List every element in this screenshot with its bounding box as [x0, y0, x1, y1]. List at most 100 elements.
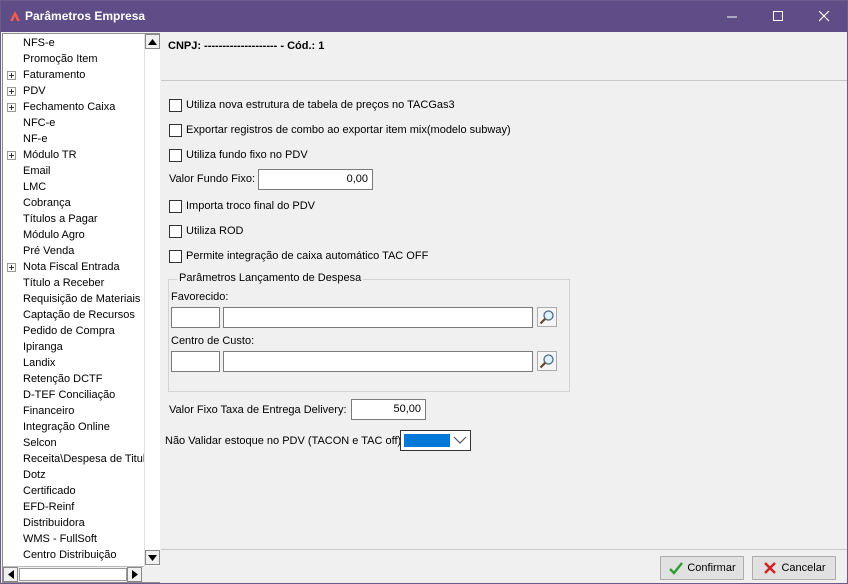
- tree-item[interactable]: Faturamento: [3, 67, 144, 83]
- valor-fundo-fixo-input[interactable]: 0,00: [258, 169, 373, 190]
- tree-item-label: Nota Fiscal Entrada: [23, 261, 120, 273]
- tree-horizontal-scrollbar[interactable]: [3, 566, 144, 582]
- tree-item[interactable]: Módulo TR: [3, 147, 144, 163]
- tree-item-label: Certificado: [23, 485, 76, 497]
- favorecido-search-button[interactable]: [537, 307, 557, 327]
- delivery-fee-input[interactable]: 50,00: [351, 399, 426, 420]
- tree-item-label: Faturamento: [23, 69, 86, 81]
- tree-item[interactable]: NFS-e: [3, 35, 144, 51]
- scroll-down-button[interactable]: [145, 550, 160, 565]
- tree-item-label: Retenção DCTF: [23, 373, 103, 385]
- tree-item-label: NFS-e: [23, 37, 55, 49]
- checkbox-fundo-fixo[interactable]: [169, 148, 182, 162]
- checkbox-importa-troco[interactable]: [169, 199, 182, 213]
- confirm-button[interactable]: Confirmar: [660, 556, 744, 580]
- favorecido-name-input[interactable]: [223, 307, 533, 328]
- tree-item[interactable]: Email: [3, 163, 144, 179]
- scroll-thumb[interactable]: [145, 50, 160, 550]
- expand-plus-icon[interactable]: [7, 263, 16, 272]
- estoque-select[interactable]: [400, 430, 471, 451]
- checkbox-row-integracao-caixa[interactable]: Permite integração de caixa automático T…: [169, 248, 428, 264]
- maximize-button[interactable]: [755, 1, 801, 32]
- checkbox-row-exportar-combo[interactable]: Exportar registros de combo ao exportar …: [169, 122, 511, 138]
- checkbox-nova-estrutura[interactable]: [169, 98, 182, 112]
- tree-item[interactable]: Cobrança: [3, 195, 144, 211]
- tree-item[interactable]: Centro Distribuição: [3, 547, 144, 563]
- close-button[interactable]: [801, 1, 847, 32]
- expand-plus-icon[interactable]: [7, 103, 16, 112]
- checkbox-row-fundo-fixo[interactable]: Utiliza fundo fixo no PDV: [169, 147, 308, 163]
- tree-item[interactable]: Dotz: [3, 467, 144, 483]
- tree-item[interactable]: Landix: [3, 355, 144, 371]
- close-icon: [818, 11, 829, 22]
- tree-item[interactable]: Distribuidora: [3, 515, 144, 531]
- tree-item[interactable]: Integração Online: [3, 419, 144, 435]
- tree-item[interactable]: WMS - FullSoft: [3, 531, 144, 547]
- expand-plus-icon[interactable]: [7, 151, 16, 160]
- tree-item[interactable]: Fechamento Caixa: [3, 99, 144, 115]
- expand-plus-icon[interactable]: [7, 71, 16, 80]
- tree-item-label: Módulo TR: [23, 149, 77, 161]
- tree-item[interactable]: Ipiranga: [3, 339, 144, 355]
- tree-item[interactable]: NF-e: [3, 131, 144, 147]
- tree-item[interactable]: Certificado: [3, 483, 144, 499]
- checkbox-row-nova-estrutura[interactable]: Utiliza nova estrutura de tabela de preç…: [169, 97, 455, 113]
- checkbox-label: Exportar registros de combo ao exportar …: [186, 124, 511, 136]
- tree-item[interactable]: EFD-Reinf: [3, 499, 144, 515]
- cancel-label: Cancelar: [781, 562, 826, 574]
- tree-item[interactable]: Módulo Agro: [3, 227, 144, 243]
- tree-item[interactable]: Pedido de Compra: [3, 323, 144, 339]
- window-title: Parâmetros Empresa: [25, 9, 146, 23]
- scroll-up-button[interactable]: [145, 34, 160, 49]
- tree-item[interactable]: Requisição de Materiais: [3, 291, 144, 307]
- checkbox-row-importa-troco[interactable]: Importa troco final do PDV: [169, 198, 315, 214]
- tree-item-label: Dotz: [23, 469, 46, 481]
- tree-item[interactable]: Retenção DCTF: [3, 371, 144, 387]
- tree-item[interactable]: Nota Fiscal Entrada: [3, 259, 144, 275]
- expand-plus-icon[interactable]: [7, 87, 16, 96]
- scrollbar-corner: [144, 566, 160, 582]
- tree-item[interactable]: Pré Venda: [3, 243, 144, 259]
- title-bar[interactable]: Parâmetros Empresa: [1, 1, 847, 32]
- centro-custo-name-input[interactable]: [223, 351, 533, 372]
- checkbox-utiliza-rod[interactable]: [169, 224, 182, 238]
- tree-item[interactable]: Selcon: [3, 435, 144, 451]
- tree-item[interactable]: Promoção Item: [3, 51, 144, 67]
- tree-vertical-scrollbar[interactable]: [144, 34, 160, 566]
- tree-item[interactable]: NFC-e: [3, 115, 144, 131]
- tree-item-label: Distribuidora: [23, 517, 85, 529]
- tree-item[interactable]: Título a Receber: [3, 275, 144, 291]
- tree-item[interactable]: Financeiro: [3, 403, 144, 419]
- tree-item[interactable]: Captação de Recursos: [3, 307, 144, 323]
- favorecido-code-input[interactable]: [171, 307, 220, 328]
- minimize-button[interactable]: [709, 1, 755, 32]
- app-logo-icon: [10, 11, 20, 21]
- tree-item[interactable]: LMC: [3, 179, 144, 195]
- tree-item-label: Ipiranga: [23, 341, 63, 353]
- tree-item-label: Email: [23, 165, 51, 177]
- cancel-button[interactable]: Cancelar: [752, 556, 836, 580]
- favorecido-label: Favorecido:: [171, 291, 229, 303]
- centro-custo-code-input[interactable]: [171, 351, 220, 372]
- checkbox-row-utiliza-rod[interactable]: Utiliza ROD: [169, 223, 243, 239]
- tree-item-label: EFD-Reinf: [23, 501, 75, 513]
- checkbox-integracao-caixa[interactable]: [169, 249, 182, 263]
- tree-item-label: Centro Distribuição: [23, 549, 117, 561]
- tree-list: NFS-e Promoção Item Faturamento PDV Fechamen…: [3, 34, 144, 566]
- checkbox-exportar-combo[interactable]: [169, 123, 182, 137]
- tree-item-label: Requisição de Materiais: [23, 293, 141, 305]
- tree-item-label: Selcon: [23, 437, 57, 449]
- magnifier-icon: [539, 310, 554, 325]
- tree-item[interactable]: PDV: [3, 83, 144, 99]
- scroll-left-button[interactable]: [3, 567, 18, 582]
- checkmark-icon: [669, 562, 684, 575]
- tree-item[interactable]: D-TEF Conciliação: [3, 387, 144, 403]
- tree-item[interactable]: Títulos a Pagar: [3, 211, 144, 227]
- groupbox-legend: Parâmetros Lançamento de Despesa: [177, 272, 364, 284]
- centro-custo-search-button[interactable]: [537, 351, 557, 371]
- minimize-icon: [726, 16, 737, 18]
- horizontal-scroll-thumb[interactable]: [19, 568, 127, 581]
- tree-item[interactable]: Receita\Despesa de Titul: [3, 451, 144, 467]
- scroll-right-button[interactable]: [127, 567, 142, 582]
- company-header: CNPJ: -------------------- - Cód.: 1: [161, 33, 847, 81]
